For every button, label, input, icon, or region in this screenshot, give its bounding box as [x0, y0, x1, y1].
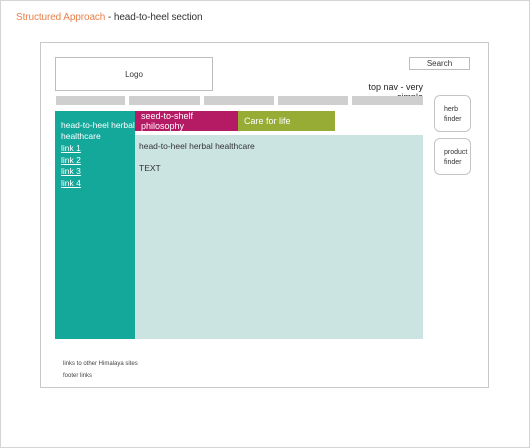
main-content: head-to-heel herbal healthcare TEXT: [135, 135, 423, 339]
left-sidebar: head-to-heel herbal healthcare link 1 li…: [55, 111, 135, 339]
footer-links[interactable]: footer links: [63, 370, 138, 382]
search-button[interactable]: Search: [409, 57, 470, 70]
top-nav-item-4[interactable]: [278, 96, 348, 105]
footer: links to other Himalaya sites footer lin…: [63, 358, 138, 382]
herb-finder-label: herb finder: [444, 106, 462, 123]
top-nav-item-5[interactable]: [352, 96, 423, 105]
product-finder-label: product finder: [444, 149, 468, 166]
sidebar-link-1[interactable]: link 1: [61, 143, 135, 155]
sidebar-title: head-to-heel herbal healthcare: [61, 120, 135, 141]
document-title: Structured Approach - head-to-heel secti…: [16, 12, 203, 23]
document-title-rest: - head-to-heel section: [105, 12, 203, 23]
tab-seed-to-shelf-label: seed-to-shelf philosophy: [141, 111, 194, 131]
product-finder-button[interactable]: product finder: [434, 138, 471, 175]
tab-care-for-life[interactable]: Care for life: [238, 111, 335, 131]
sidebar-link-2[interactable]: link 2: [61, 155, 135, 167]
logo[interactable]: Logo: [55, 57, 213, 91]
sidebar-links: link 1 link 2 link 3 link 4: [61, 143, 135, 189]
content-title: head-to-heel herbal healthcare: [139, 141, 255, 151]
logo-label: Logo: [125, 69, 143, 79]
document-title-accent: Structured Approach: [16, 12, 106, 23]
top-nav-item-2[interactable]: [129, 96, 200, 105]
content-body: TEXT: [139, 163, 161, 173]
sidebar-link-3[interactable]: link 3: [61, 166, 135, 178]
search-button-label: Search: [426, 59, 453, 68]
tab-seed-to-shelf[interactable]: seed-to-shelf philosophy: [135, 111, 238, 131]
footer-himalaya-links[interactable]: links to other Himalaya sites: [63, 358, 138, 370]
top-nav-item-3[interactable]: [204, 96, 274, 105]
tab-care-for-life-label: Care for life: [244, 116, 291, 126]
top-nav-item-1[interactable]: [56, 96, 125, 105]
wireframe-page: Logo Search top nav - very simple herb f…: [40, 42, 489, 388]
herb-finder-button[interactable]: herb finder: [434, 95, 471, 132]
sidebar-link-4[interactable]: link 4: [61, 178, 135, 190]
